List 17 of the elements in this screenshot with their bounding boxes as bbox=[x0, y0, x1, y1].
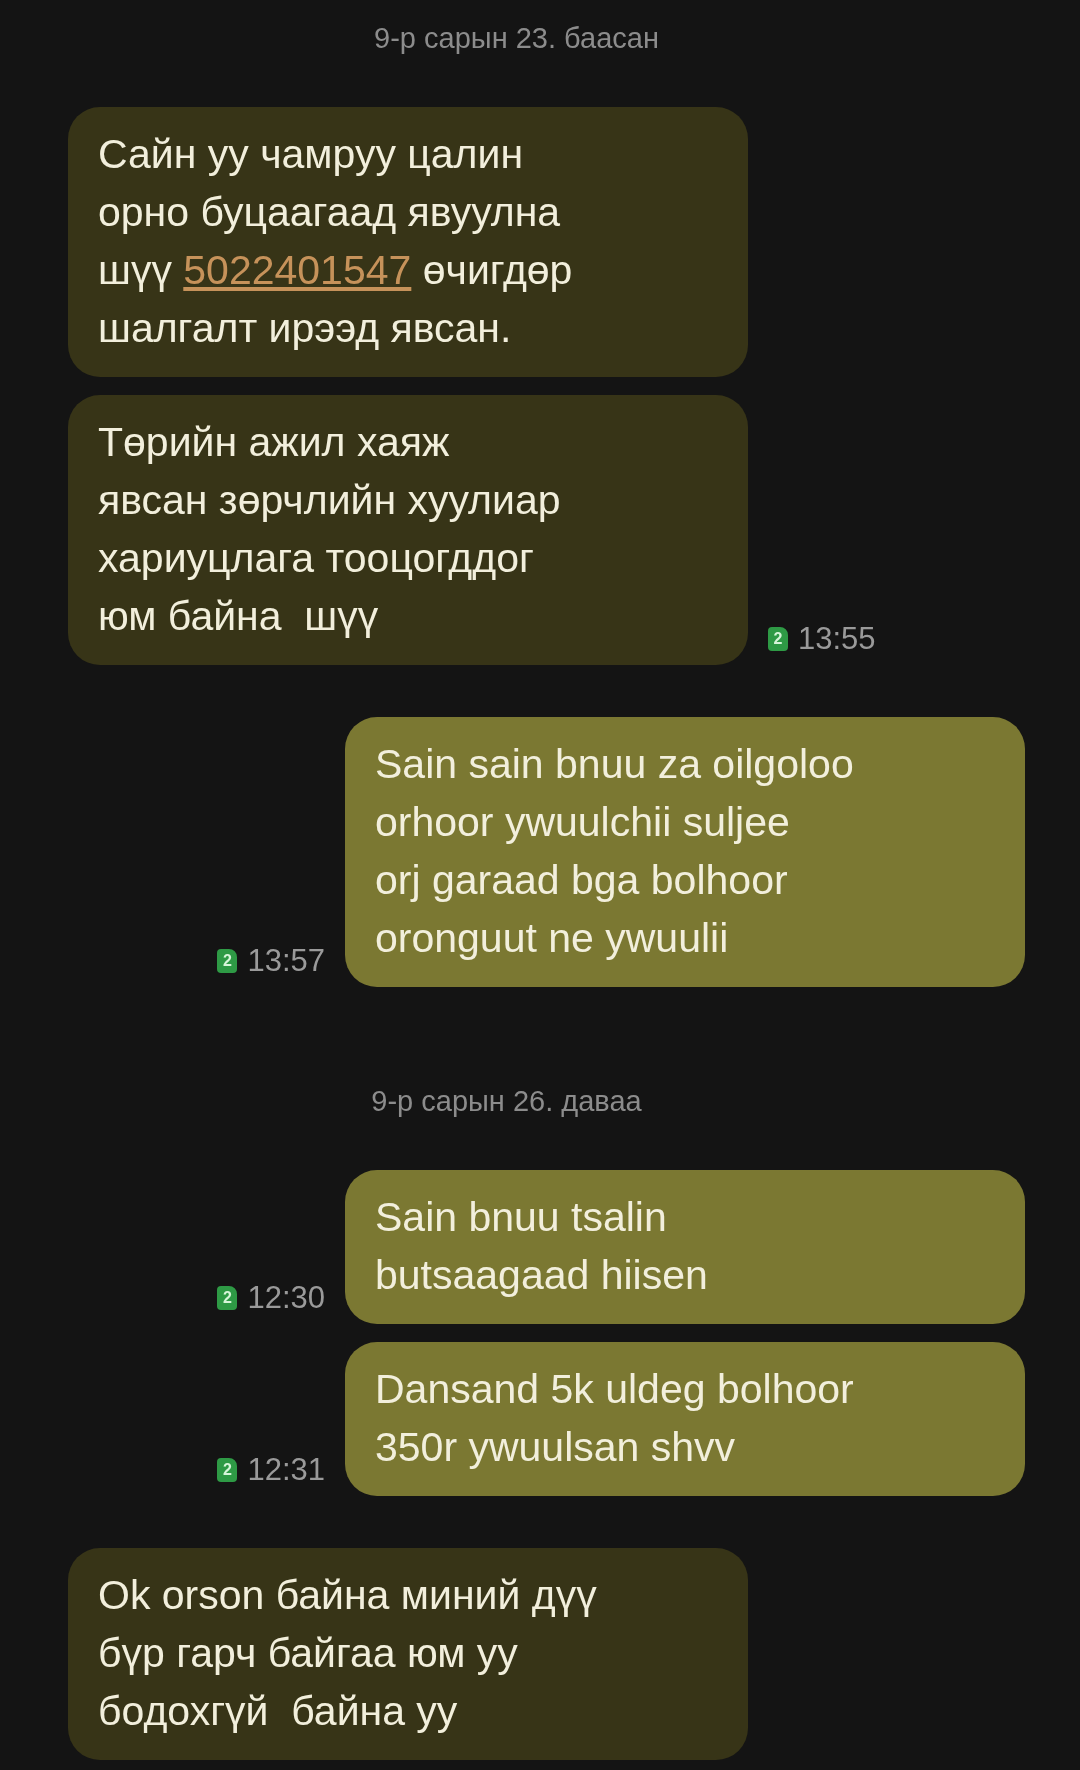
message-text: Төрийн ажил хаяж явсан зөрчлийн хуулиар хариуцлага тооцогддог юм байна шүү bbox=[98, 418, 562, 641]
message-text: Dansand 5k uldeg bolhoor 350r ywuulsan shvv bbox=[375, 1365, 855, 1472]
phone-link[interactable]: 5022401547 bbox=[183, 247, 412, 293]
message-time: 12:31 bbox=[247, 1452, 325, 1488]
date-separator: 9-р сарын 23. баасан bbox=[374, 22, 659, 55]
sim-badge-icon: 2 bbox=[217, 1286, 238, 1310]
message-text: Sain bnuu tsalin butsaagaad hiisen bbox=[375, 1193, 709, 1300]
message-text: Сайн уу чамруу цалин орно буцаагаад явуулна шүү 5022401547 өчигдөр шалгалт ирээд явсан. bbox=[98, 130, 574, 353]
message-time: 13:57 bbox=[247, 943, 325, 979]
message-time: 12:30 bbox=[247, 1280, 325, 1316]
message-text: Sain sain bnuu za oilgoloo orhoor ywuulchii suljee orj garaad bga bolhoor oronguut ne ywuulii bbox=[375, 740, 855, 963]
sim-badge-icon: 2 bbox=[217, 1458, 238, 1482]
message-text: Ok orson байна миний дүү бүр гарч байгаа юм уу бодохгүй байна уу bbox=[98, 1571, 598, 1736]
message-time: 13:55 bbox=[798, 621, 876, 657]
date-separator: 9-р сарын 26. даваа bbox=[371, 1085, 642, 1118]
sim-badge-icon: 2 bbox=[217, 949, 238, 973]
sim-badge-icon: 2 bbox=[768, 627, 788, 651]
